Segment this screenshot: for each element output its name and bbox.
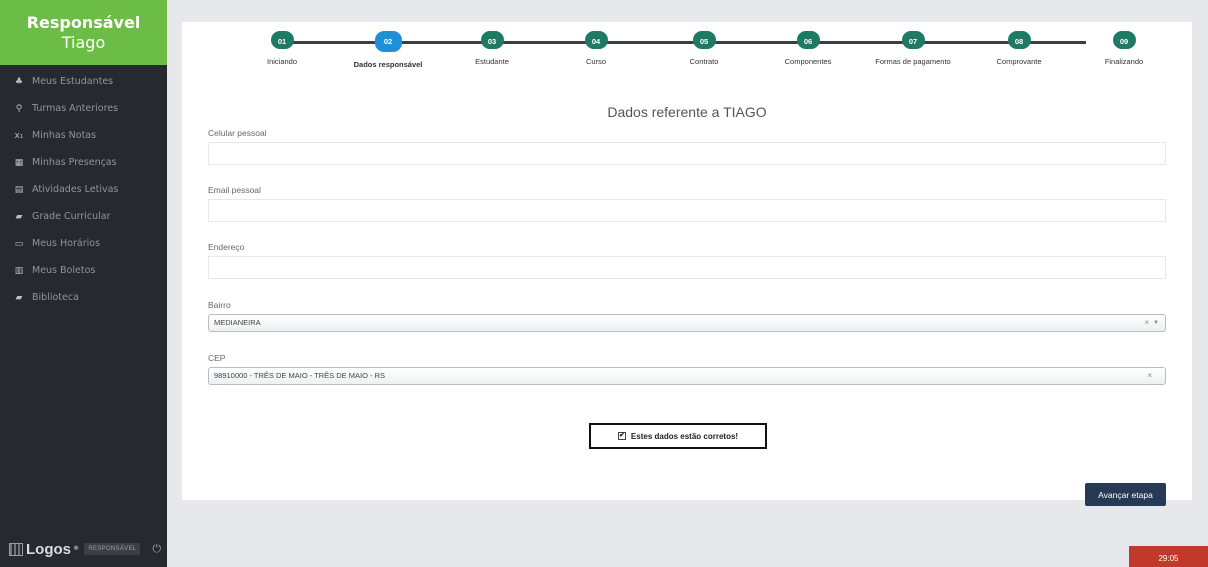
- sidebar-item-label: Biblioteca: [32, 292, 79, 303]
- step-09[interactable]: 09 Finalizando: [1069, 31, 1179, 66]
- email-input[interactable]: [208, 199, 1166, 222]
- advance-step-button[interactable]: Avançar etapa: [1085, 483, 1166, 506]
- logo-text: Logos: [26, 540, 71, 558]
- email-label: Email pessoal: [208, 185, 261, 195]
- list-icon: ▤: [14, 184, 24, 195]
- step-label: Componentes: [784, 57, 832, 66]
- subscript-icon: x₁: [14, 130, 24, 141]
- user-role: Responsável: [26, 12, 141, 32]
- sidebar-item-label: Grade Curricular: [32, 211, 111, 222]
- sidebar-item-label: Turmas Anteriores: [32, 103, 119, 114]
- step-label: Curso: [585, 57, 606, 66]
- table-icon: ▦: [14, 157, 24, 168]
- clear-icon[interactable]: ×: [1144, 315, 1149, 331]
- step-label: Formas de pagamento: [875, 57, 951, 66]
- sidebar-item-label: Minhas Presenças: [32, 157, 117, 168]
- endereco-input[interactable]: [208, 256, 1166, 279]
- celular-input[interactable]: [208, 142, 1166, 165]
- sidebar-item-label: Minhas Notas: [32, 130, 97, 141]
- sidebar-item-grade-curricular[interactable]: ▰ Grade Curricular: [0, 203, 167, 230]
- sidebar-item-meus-horarios[interactable]: ▭ Meus Horários: [0, 230, 167, 257]
- cep-label: CEP: [208, 353, 226, 363]
- main-card: 01 Iniciando 02 Dados responsável 03 Estuda…: [182, 22, 1192, 506]
- cep-value: 98910000 - TRÊS DE MAIO - TRÊS DE MAIO -…: [214, 371, 386, 380]
- step-label: Iniciando: [266, 57, 298, 66]
- step-02[interactable]: 02 Dados responsável: [333, 31, 443, 69]
- power-icon[interactable]: ⏻: [152, 543, 161, 556]
- sidebar-item-label: Meus Boletos: [32, 265, 96, 276]
- confirm-label: Estes dados estão corretos!: [630, 431, 739, 441]
- sidebar-item-label: Meus Estudantes: [32, 76, 114, 87]
- bairro-label: Bairro: [208, 300, 231, 310]
- pin-icon: ⚲: [15, 103, 23, 114]
- user-name: Tiago: [61, 32, 106, 52]
- sidebar-menu: ♣ Meus Estudantes ⚲ Turmas Anteriores x₁ Mi…: [0, 68, 167, 311]
- sidebar-item-label: Meus Horários: [32, 238, 101, 249]
- step-label: Contrato: [689, 57, 719, 66]
- chevron-down-icon[interactable]: ▼: [1153, 315, 1159, 331]
- sidebar-item-meus-estudantes[interactable]: ♣ Meus Estudantes: [0, 68, 167, 95]
- endereco-label: Endereço: [208, 242, 245, 252]
- checkbox-checked-icon[interactable]: ✔: [617, 432, 626, 440]
- step-01[interactable]: 01 Iniciando: [227, 31, 337, 66]
- sidebar-footer: Logos ® RESPONSÁVEL ⏻: [0, 531, 167, 567]
- step-number: 05: [692, 31, 716, 49]
- step-number: 09: [1112, 31, 1136, 49]
- book-icon: ▰: [15, 211, 23, 222]
- step-number: 03: [480, 31, 504, 49]
- sidebar-header: Responsável Tiago: [0, 0, 167, 65]
- registered-mark: ®: [74, 546, 79, 552]
- step-03[interactable]: 03 Estudante: [437, 31, 547, 66]
- sidebar-item-atividades-letivas[interactable]: ▤ Atividades Letivas: [0, 176, 167, 203]
- step-number: 08: [1007, 31, 1031, 49]
- role-badge[interactable]: RESPONSÁVEL: [84, 543, 141, 555]
- stepper: 01 Iniciando 02 Dados responsável 03 Estuda…: [234, 31, 1143, 71]
- form-title: Dados referente a TIAGO: [607, 104, 767, 120]
- step-number: 06: [796, 31, 820, 49]
- sidebar-item-minhas-notas[interactable]: x₁ Minhas Notas: [0, 122, 167, 149]
- step-08[interactable]: 08 Comprovante: [964, 31, 1074, 66]
- clear-icon[interactable]: ×: [1147, 368, 1152, 384]
- cep-select[interactable]: 98910000 - TRÊS DE MAIO - TRÊS DE MAIO -…: [208, 367, 1166, 385]
- calendar-icon: ▭: [14, 238, 24, 249]
- users-icon: ♣: [14, 76, 24, 87]
- logo-mark-icon: [9, 542, 23, 556]
- sidebar-item-meus-boletos[interactable]: ▥ Meus Boletos: [0, 257, 167, 284]
- sidebar: Responsável Tiago ♣ Meus Estudantes ⚲ Turm…: [0, 0, 167, 567]
- barcode-icon: ▥: [14, 265, 24, 276]
- step-number: 01: [270, 31, 294, 49]
- step-number: 04: [584, 31, 608, 49]
- step-number: 07: [901, 31, 925, 49]
- step-04[interactable]: 04 Curso: [541, 31, 651, 66]
- step-06[interactable]: 06 Componentes: [753, 31, 863, 66]
- bairro-select[interactable]: MEDIANEIRA × ▼: [208, 314, 1166, 332]
- step-label: Estudante: [475, 57, 509, 66]
- sidebar-item-biblioteca[interactable]: ▰ Biblioteca: [0, 284, 167, 311]
- sidebar-item-minhas-presencas[interactable]: ▦ Minhas Presenças: [0, 149, 167, 176]
- session-timer: 29:05: [1129, 546, 1208, 567]
- book-icon: ▰: [15, 292, 23, 303]
- step-label: Comprovante: [996, 57, 1042, 66]
- step-05[interactable]: 05 Contrato: [649, 31, 759, 66]
- sidebar-item-turmas-anteriores[interactable]: ⚲ Turmas Anteriores: [0, 95, 167, 122]
- step-label: Dados responsável: [353, 60, 423, 69]
- logos-logo: Logos ®: [9, 541, 78, 558]
- bairro-value: MEDIANEIRA: [214, 318, 261, 327]
- step-number: 02: [374, 31, 402, 52]
- sidebar-item-label: Atividades Letivas: [32, 184, 119, 195]
- step-label: Finalizando: [1104, 57, 1144, 66]
- confirm-data-checkbox[interactable]: ✔ Estes dados estão corretos!: [589, 423, 767, 449]
- step-07[interactable]: 07 Formas de pagamento: [858, 31, 968, 66]
- celular-label: Celular pessoal: [208, 128, 267, 138]
